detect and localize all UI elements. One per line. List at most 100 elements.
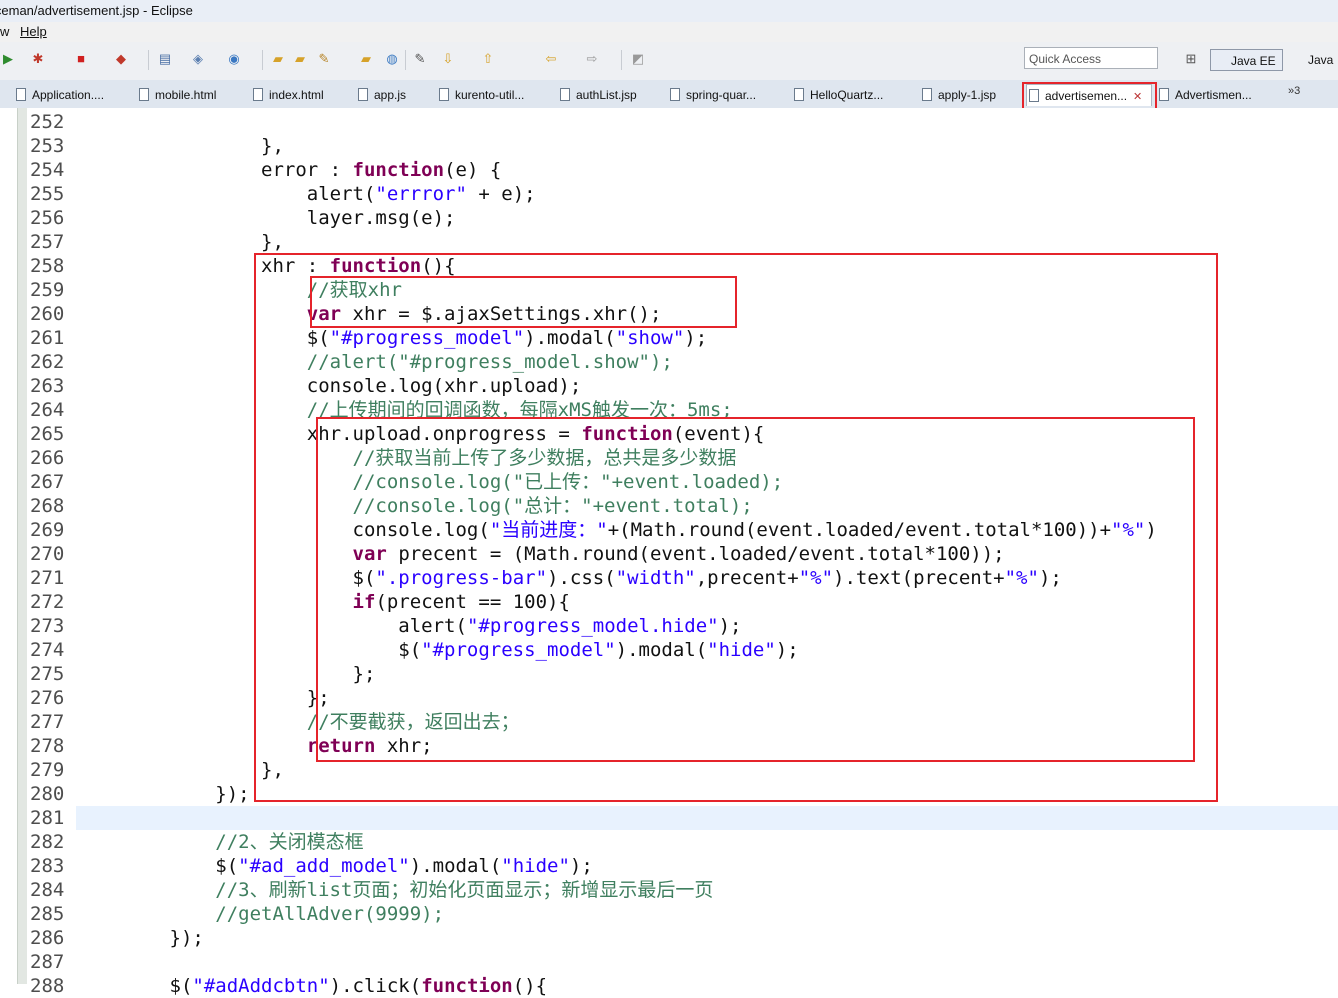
code-token: },: [78, 231, 284, 253]
tab-spring-quartz[interactable]: spring-quar...: [668, 84, 756, 106]
code-token: );: [569, 855, 593, 877]
code-token: (e) {: [444, 159, 502, 181]
open-type-icon[interactable]: ◈: [190, 51, 206, 67]
code-line[interactable]: 254 error : function(e) {: [0, 158, 1338, 182]
file-icon: [922, 88, 932, 101]
tab-mobile-html[interactable]: mobile.html: [137, 84, 216, 106]
line-number: 280: [30, 783, 65, 805]
line-number: 265: [30, 423, 65, 445]
quick-access-input[interactable]: Quick Access: [1024, 47, 1158, 69]
line-number: 263: [30, 375, 65, 397]
code-token: "errror": [375, 183, 467, 205]
code-line[interactable]: 252: [0, 110, 1338, 134]
code-line[interactable]: 283 $("#ad_add_model").modal("hide");: [0, 854, 1338, 878]
code-text: //3、刷新list页面；初始化页面显示；新增显示最后一页: [78, 878, 713, 902]
onprogress-annotation-box: [316, 417, 1195, 762]
file-icon: [358, 88, 368, 101]
tab-index-html[interactable]: index.html: [251, 84, 324, 106]
line-number: 267: [30, 471, 65, 493]
line-number: 258: [30, 255, 65, 277]
perspective-java[interactable]: Java: [1292, 49, 1333, 71]
line-number: 277: [30, 711, 65, 733]
code-token: function: [421, 975, 513, 997]
new-java-icon[interactable]: ◉: [226, 51, 242, 67]
line-number: 271: [30, 567, 65, 589]
globe-icon[interactable]: ◍: [384, 51, 400, 67]
line-number: 283: [30, 855, 65, 877]
xml-file-icon: [670, 88, 680, 101]
tabs-overflow-icon[interactable]: »3: [1288, 85, 1300, 97]
tab-app-js[interactable]: app.js: [356, 84, 406, 106]
perspective-java-ee-label: Java EE: [1231, 54, 1276, 68]
forward-icon[interactable]: ⇨: [584, 51, 600, 67]
pin-editor-icon[interactable]: ◩: [630, 51, 646, 67]
code-token: },: [78, 135, 284, 157]
code-text: });: [78, 782, 249, 806]
code-token: "#adAddcbtn": [192, 975, 330, 997]
open-file-icon[interactable]: ▰: [358, 51, 374, 67]
tab-helloquartz[interactable]: HelloQuartz...: [792, 84, 883, 106]
code-text: //getAllAdver(9999);: [78, 902, 444, 926]
code-line[interactable]: 253 },: [0, 134, 1338, 158]
line-number: 276: [30, 687, 65, 709]
file-icon: [439, 88, 449, 101]
code-line[interactable]: 284 //3、刷新list页面；初始化页面显示；新增显示最后一页: [0, 878, 1338, 902]
code-line[interactable]: 255 alert("errror" + e);: [0, 182, 1338, 206]
tab-authlist-jsp[interactable]: authList.jsp: [558, 84, 637, 106]
external-tools-icon[interactable]: ◆: [113, 51, 129, 67]
edit-icon[interactable]: ✎: [316, 51, 332, 67]
code-line[interactable]: 286 });: [0, 926, 1338, 950]
code-token: alert(: [78, 183, 376, 205]
tab-advertismen[interactable]: Advertismen...: [1157, 84, 1252, 106]
line-number: 284: [30, 879, 65, 901]
code-line[interactable]: 256 layer.msg(e);: [0, 206, 1338, 230]
tab-apply-1-jsp[interactable]: apply-1.jsp: [920, 84, 996, 106]
code-token: "#ad_add_model": [238, 855, 410, 877]
line-number: 269: [30, 519, 65, 541]
code-token: $(: [78, 975, 193, 997]
line-number: 287: [30, 951, 65, 973]
line-number: 282: [30, 831, 65, 853]
code-line[interactable]: 282 //2、关闭模态框: [0, 830, 1338, 854]
line-number: 257: [30, 231, 65, 253]
perspective-java-ee[interactable]: Java EE: [1210, 49, 1283, 71]
toggle-mark-icon[interactable]: ✎: [412, 51, 428, 67]
line-number: 274: [30, 639, 65, 661]
line-number: 256: [30, 207, 65, 229]
next-annotation-icon[interactable]: ⇩: [440, 51, 456, 67]
tab-label: Application....: [32, 88, 105, 102]
code-line[interactable]: 288 $("#adAddcbtn").click(function(){: [0, 974, 1338, 998]
back-icon[interactable]: ⇦: [543, 51, 559, 67]
open-folder-icon[interactable]: ▰: [270, 51, 286, 67]
tab-application[interactable]: Application....: [14, 84, 104, 106]
code-line[interactable]: 257 },: [0, 230, 1338, 254]
line-number: 268: [30, 495, 65, 517]
file-icon: [16, 88, 26, 101]
code-line[interactable]: 285 //getAllAdver(9999);: [0, 902, 1338, 926]
stop-icon[interactable]: ■: [73, 51, 89, 67]
open-perspective-icon[interactable]: ⊞: [1183, 51, 1199, 67]
code-text: error : function(e) {: [78, 158, 501, 182]
open-project-icon[interactable]: ▰: [292, 51, 308, 67]
java-file-icon: [1159, 88, 1169, 101]
tab-kurento-util[interactable]: kurento-util...: [437, 84, 524, 106]
new-icon[interactable]: ▤: [157, 51, 173, 67]
menu-item-window[interactable]: w: [0, 22, 9, 42]
code-token: ).click(: [329, 975, 422, 997]
debug-icon[interactable]: ✱: [30, 51, 46, 67]
code-token: $(: [78, 855, 239, 877]
code-token: });: [78, 927, 204, 949]
menu-item-help[interactable]: Help: [20, 22, 47, 42]
window-title: iceman/advertisement.jsp - Eclipse: [0, 3, 193, 18]
code-line[interactable]: 281: [0, 806, 1338, 830]
previous-annotation-icon[interactable]: ⇧: [480, 51, 496, 67]
code-token: "hide": [501, 855, 570, 877]
menu-bar: w Help: [0, 22, 1338, 42]
line-number: 286: [30, 927, 65, 949]
run-icon[interactable]: ▶: [0, 51, 16, 67]
line-number: 270: [30, 543, 65, 565]
code-text: },: [78, 230, 284, 254]
code-line[interactable]: 287: [0, 950, 1338, 974]
